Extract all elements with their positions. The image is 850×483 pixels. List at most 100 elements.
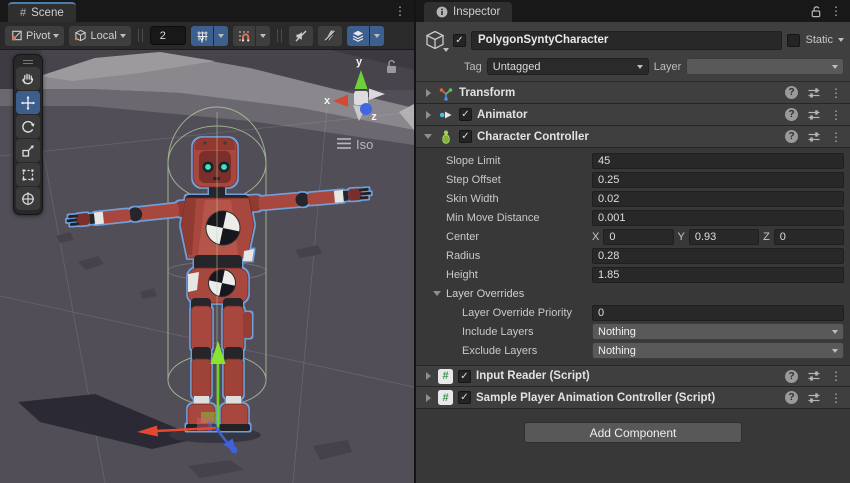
component-header-animator[interactable]: ✓ Animator ? ⋮ — [416, 104, 850, 126]
tag-dropdown[interactable]: Untagged — [487, 58, 649, 75]
animator-enabled-checkbox[interactable]: ✓ — [459, 108, 472, 121]
component-menu-icon[interactable]: ⋮ — [830, 392, 842, 404]
include-layers-dropdown[interactable]: Nothing — [592, 323, 844, 340]
layer-overrides-foldout[interactable]: Layer Overrides — [416, 284, 850, 303]
scene-audio-toggle[interactable] — [289, 26, 313, 46]
include-layers-value: Nothing — [598, 326, 832, 338]
component-header-input-reader[interactable]: # ✓ Input Reader (Script) ? ⋮ — [416, 365, 850, 387]
add-component-button[interactable]: Add Component — [524, 422, 742, 443]
presets-icon[interactable] — [807, 86, 821, 100]
help-icon[interactable]: ? — [785, 370, 798, 383]
layer-dropdown[interactable] — [686, 58, 844, 75]
input-reader-enabled-checkbox[interactable]: ✓ — [458, 370, 471, 383]
radius-input[interactable] — [592, 248, 844, 264]
presets-icon[interactable] — [807, 391, 821, 405]
foldout-icon[interactable] — [423, 89, 433, 97]
tab-scene[interactable]: # Scene — [8, 2, 76, 22]
step-offset-input[interactable] — [592, 172, 844, 188]
scene-lighting-toggle[interactable] — [318, 26, 342, 46]
overlay-drag-handle[interactable] — [16, 57, 40, 66]
help-icon[interactable]: ? — [785, 130, 798, 143]
center-x-input[interactable] — [603, 229, 673, 245]
inspector-menu-icon[interactable]: ⋮ — [830, 5, 842, 17]
height-input[interactable] — [592, 267, 844, 283]
prop-include-layers: Include Layers Nothing — [416, 322, 850, 341]
center-z-input[interactable] — [774, 229, 844, 245]
scene-viewport[interactable]: y x z Iso — [0, 50, 414, 483]
foldout-icon[interactable] — [423, 134, 433, 139]
info-icon — [436, 6, 448, 18]
help-icon[interactable]: ? — [785, 391, 798, 404]
chevron-down-icon — [53, 34, 59, 38]
handle-orientation-label: Local — [90, 30, 116, 42]
layer-override-priority-input[interactable] — [592, 305, 844, 321]
prop-label: Height — [446, 269, 592, 281]
scene-render[interactable]: y x z Iso — [0, 50, 414, 483]
prop-label: Min Move Distance — [446, 212, 592, 224]
scene-effects-button[interactable] — [347, 26, 384, 46]
toolbar-separator — [138, 29, 143, 42]
grid-size-input[interactable] — [150, 26, 186, 45]
scene-menu-icon[interactable]: ⋮ — [394, 5, 406, 17]
tool-rotate[interactable] — [16, 115, 40, 138]
add-component-area: Add Component — [416, 409, 850, 443]
view-gizmo-z-ball[interactable] — [360, 103, 372, 115]
grid-snap-dropdown[interactable] — [255, 26, 270, 46]
inspector-panel: Inspector ⋮ ✓ Static Tag — [416, 0, 850, 483]
min-move-distance-input[interactable] — [592, 210, 844, 226]
grid-axis-icon: Y — [191, 26, 213, 46]
prop-center: Center X Y Z — [416, 227, 850, 246]
help-icon[interactable]: ? — [785, 108, 798, 121]
svg-text:Y: Y — [199, 37, 204, 43]
gameobject-cube-icon[interactable] — [422, 27, 448, 53]
component-header-character-controller[interactable]: ✓ Character Controller ? ⋮ — [416, 126, 850, 148]
component-header-transform[interactable]: Transform ? ⋮ — [416, 82, 850, 104]
move-icon — [20, 95, 36, 111]
prop-label: Layer Override Priority — [462, 307, 592, 319]
character-controller-enabled-checkbox[interactable]: ✓ — [459, 130, 472, 143]
sample-player-enabled-checkbox[interactable]: ✓ — [458, 391, 471, 404]
pivot-mode-button[interactable]: Pivot — [5, 26, 64, 46]
presets-icon[interactable] — [807, 130, 821, 144]
tool-scale[interactable] — [16, 139, 40, 162]
lock-icon[interactable] — [809, 5, 822, 18]
foldout-icon[interactable] — [423, 111, 433, 119]
tool-transform[interactable] — [16, 187, 40, 210]
prop-skin-width: Skin Width — [416, 189, 850, 208]
component-menu-icon[interactable]: ⋮ — [830, 131, 842, 143]
tool-hand[interactable] — [16, 67, 40, 90]
chevron-down-icon — [260, 34, 266, 38]
static-checkbox[interactable] — [787, 34, 800, 47]
presets-icon[interactable] — [807, 369, 821, 383]
flash-off-icon — [323, 29, 337, 43]
prop-exclude-layers: Exclude Layers Nothing — [416, 341, 850, 360]
grid-visibility-button[interactable]: Y — [191, 26, 228, 46]
help-icon[interactable]: ? — [785, 86, 798, 99]
axis-y-label: y — [356, 56, 363, 68]
static-dropdown-caret[interactable] — [838, 38, 844, 42]
prop-label: Exclude Layers — [462, 345, 592, 357]
slope-limit-input[interactable] — [592, 153, 844, 169]
gameobject-enabled-checkbox[interactable]: ✓ — [453, 34, 466, 47]
skin-width-input[interactable] — [592, 191, 844, 207]
gameobject-name-input[interactable] — [471, 31, 782, 50]
tool-rect[interactable] — [16, 163, 40, 186]
component-header-sample-player-animation-controller[interactable]: # ✓ Sample Player Animation Controller (… — [416, 387, 850, 409]
grid-visibility-dropdown[interactable] — [213, 26, 228, 46]
tool-move[interactable] — [16, 91, 40, 114]
presets-icon[interactable] — [807, 108, 821, 122]
grid-snap-button[interactable] — [233, 26, 270, 46]
foldout-icon[interactable] — [423, 394, 433, 402]
scene-effects-dropdown[interactable] — [369, 26, 384, 46]
handle-orientation-button[interactable]: Local — [69, 26, 130, 46]
component-menu-icon[interactable]: ⋮ — [830, 109, 842, 121]
component-menu-icon[interactable]: ⋮ — [830, 87, 842, 99]
prop-step-offset: Step Offset — [416, 170, 850, 189]
prop-height: Height — [416, 265, 850, 284]
foldout-icon[interactable] — [423, 372, 433, 380]
tab-inspector[interactable]: Inspector — [424, 2, 512, 22]
component-menu-icon[interactable]: ⋮ — [830, 370, 842, 382]
exclude-layers-dropdown[interactable]: Nothing — [592, 342, 844, 359]
center-y-input[interactable] — [689, 229, 759, 245]
character-controller-icon — [438, 129, 454, 145]
